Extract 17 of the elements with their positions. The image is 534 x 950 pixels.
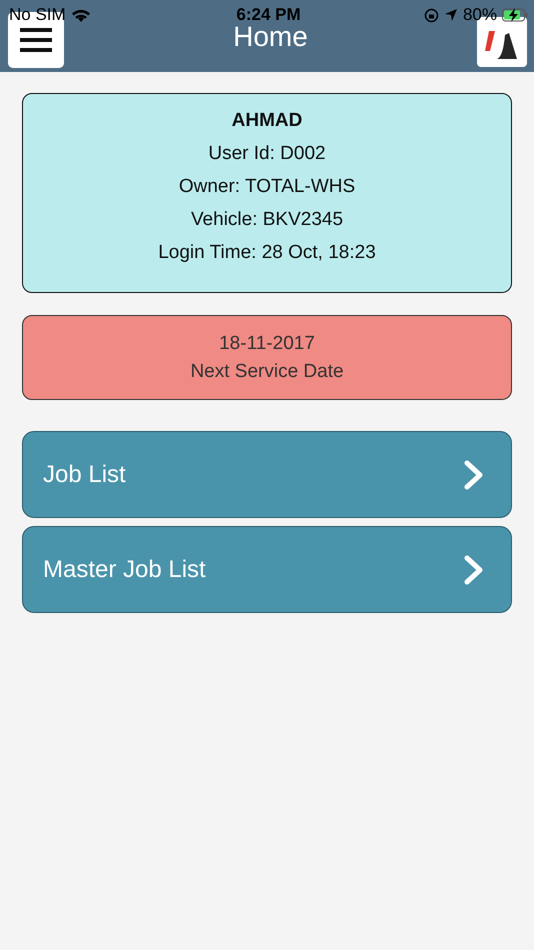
service-date: 18-11-2017 (219, 332, 315, 354)
location-arrow-icon (444, 8, 458, 22)
rotation-lock-icon (424, 8, 439, 22)
service-date-label: Next Service Date (190, 360, 344, 382)
menu-list-button[interactable]: Master Job List (22, 526, 512, 613)
menu-icon (20, 27, 52, 53)
battery-charging-icon (502, 8, 528, 22)
battery-percent: 80% (462, 5, 497, 25)
user-name: AHMAD (232, 110, 302, 132)
user-detail: Login Time: 28 Oct, 18:23 (158, 242, 376, 264)
user-detail: Vehicle: BKV2345 (190, 209, 344, 231)
user-detail: Owner: TOTAL-WHS (178, 176, 356, 198)
user-detail: User Id: D002 (208, 143, 326, 165)
menu-list-button[interactable]: Job List (22, 431, 512, 518)
chevron-right-icon (463, 460, 485, 490)
chevron-right-icon (463, 554, 485, 584)
wifi-icon (70, 8, 91, 22)
